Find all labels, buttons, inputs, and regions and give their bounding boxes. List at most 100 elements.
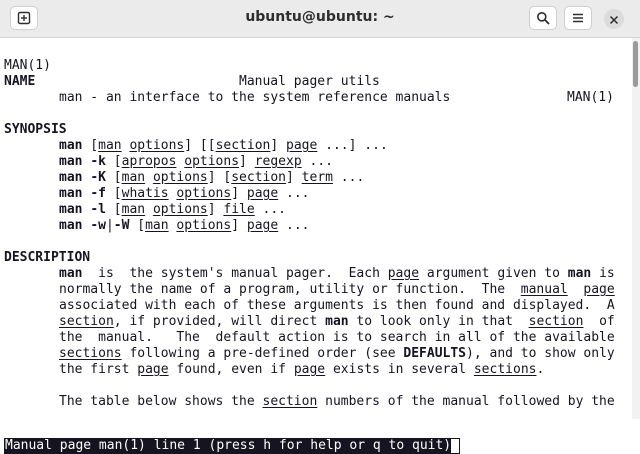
text-fragment: ... bbox=[301, 154, 333, 169]
synopsis-heading: SYNOPSIS bbox=[4, 122, 67, 137]
text-fragment: numbers of the manual followed by the bbox=[317, 394, 615, 409]
text-fragment: following a pre-defined order (see bbox=[121, 346, 404, 361]
underlined-term: options bbox=[176, 218, 232, 233]
text-fragment: ] bbox=[239, 154, 255, 169]
text-fragment bbox=[145, 170, 153, 185]
underlined-term: options bbox=[176, 186, 232, 201]
text-fragment: associated with each of these arguments … bbox=[59, 298, 615, 313]
description-line: The table below shows the section number… bbox=[59, 394, 615, 410]
text-fragment: normally the name of a program, utility … bbox=[59, 282, 521, 297]
text-fragment: ... bbox=[278, 186, 310, 201]
name-text: man - an interface to the system referen… bbox=[59, 90, 451, 105]
bold-term: man bbox=[59, 186, 83, 201]
description-line: section, if provided, will direct man to… bbox=[59, 314, 615, 330]
bold-term: -l bbox=[90, 202, 106, 217]
underlined-term: page bbox=[583, 282, 615, 297]
text-fragment: the manual. The default action is to sea… bbox=[59, 330, 615, 345]
underlined-term: manual bbox=[520, 282, 568, 297]
underlined-term: options bbox=[152, 170, 208, 185]
underlined-term: section bbox=[528, 314, 584, 329]
description-line: normally the name of a program, utility … bbox=[59, 282, 615, 298]
text-fragment: exists in several bbox=[325, 362, 474, 377]
underlined-term: page bbox=[137, 362, 169, 377]
bold-term: -f bbox=[90, 186, 106, 201]
underlined-term: man bbox=[121, 170, 146, 185]
underlined-term: file bbox=[223, 202, 255, 217]
title-bar: ubuntu@ubuntu: ~ bbox=[0, 0, 640, 38]
hamburger-menu-icon bbox=[571, 11, 585, 25]
text-fragment: ] bbox=[270, 138, 287, 153]
underlined-term: options bbox=[184, 154, 240, 169]
text-fragment: ] [ bbox=[207, 170, 232, 185]
description-heading: DESCRIPTION bbox=[4, 250, 91, 265]
close-button[interactable] bbox=[604, 9, 624, 29]
synopsis-line: man -w|-W [man options] page ... bbox=[59, 218, 310, 234]
text-fragment: argument given to bbox=[419, 266, 568, 281]
text-fragment: of bbox=[583, 314, 615, 329]
text-fragment: the first bbox=[59, 362, 138, 377]
text-fragment: The table below shows the bbox=[59, 394, 263, 409]
text-fragment: ), and to show only bbox=[466, 346, 615, 361]
underlined-term: section bbox=[59, 314, 114, 329]
underlined-term: page bbox=[387, 266, 420, 281]
synopsis-line: man -K [man options] [section] term ... bbox=[59, 170, 364, 186]
underlined-term: page bbox=[246, 186, 279, 201]
bold-term: -K bbox=[90, 170, 106, 185]
search-button[interactable] bbox=[529, 6, 557, 30]
man-header-line: MAN(1) Manual pager utils MAN(1) bbox=[4, 42, 628, 105]
description-line: sections following a pre-defined order (… bbox=[59, 346, 615, 362]
text-fragment: [ bbox=[105, 186, 122, 201]
text-fragment: ] bbox=[207, 202, 224, 217]
underlined-term: term bbox=[301, 170, 333, 185]
text-fragment: ] bbox=[231, 186, 247, 201]
terminal-content[interactable]: MAN(1) Manual pager utils MAN(1) NAME ma… bbox=[0, 38, 632, 454]
text-fragment: is the system's manual pager. Each bbox=[82, 266, 388, 281]
text-fragment: ] bbox=[286, 170, 302, 185]
text-fragment: | bbox=[105, 218, 114, 233]
scrollbar-thumb[interactable] bbox=[633, 41, 638, 87]
text-fragment: ... bbox=[254, 202, 287, 217]
text-fragment: [ bbox=[105, 170, 122, 185]
bold-term: man bbox=[59, 170, 83, 185]
pager-status-bar: Manual page man(1) line 1 (press h for h… bbox=[4, 438, 461, 454]
underlined-term: man bbox=[121, 202, 146, 217]
header-center: Manual pager utils bbox=[239, 74, 380, 89]
bold-term: man bbox=[567, 266, 592, 281]
text-fragment: ...] ... bbox=[317, 138, 388, 153]
bold-term: man bbox=[59, 138, 83, 153]
synopsis-line: man -k [apropos options] regexp ... bbox=[59, 154, 333, 170]
underlined-term: options bbox=[152, 202, 208, 217]
underlined-term: sections bbox=[473, 362, 537, 377]
underlined-term: whatis bbox=[121, 186, 169, 201]
bold-term: -W bbox=[113, 218, 130, 233]
bold-term: -k bbox=[90, 154, 106, 169]
underlined-term: page bbox=[293, 362, 326, 377]
underlined-term: section bbox=[215, 138, 271, 153]
text-fragment bbox=[145, 202, 153, 217]
text-fragment: [ bbox=[105, 202, 122, 217]
underlined-term: page bbox=[286, 138, 318, 153]
synopsis-line: man [man options] [[section] page ...] .… bbox=[59, 138, 388, 154]
text-fragment: found, even if bbox=[168, 362, 294, 377]
bold-term: -w bbox=[90, 218, 106, 233]
description-line: the first page found, even if page exist… bbox=[59, 362, 544, 378]
description-line: the manual. The default action is to sea… bbox=[59, 330, 615, 346]
close-icon bbox=[609, 10, 619, 29]
text-fragment: ] bbox=[231, 218, 247, 233]
text-fragment: is bbox=[591, 266, 615, 281]
scrollbar[interactable] bbox=[632, 38, 640, 419]
underlined-term: sections bbox=[59, 346, 122, 361]
header-right: MAN(1) bbox=[567, 90, 614, 105]
bold-term: man bbox=[59, 266, 83, 281]
synopsis-line: man -l [man options] file ... bbox=[59, 202, 286, 218]
underlined-term: apropos bbox=[121, 154, 177, 169]
underlined-term: page bbox=[246, 218, 279, 233]
bold-term: man bbox=[59, 154, 83, 169]
text-fragment: [ bbox=[129, 218, 146, 233]
text-fragment: , if provided, will direct bbox=[113, 314, 326, 329]
text-fragment: ... bbox=[332, 170, 365, 185]
status-text: Manual page man(1) line 1 (press h for h… bbox=[5, 438, 452, 453]
description-line: associated with each of these arguments … bbox=[59, 298, 615, 314]
menu-button[interactable] bbox=[564, 6, 592, 30]
header-left: MAN(1) bbox=[4, 58, 51, 73]
